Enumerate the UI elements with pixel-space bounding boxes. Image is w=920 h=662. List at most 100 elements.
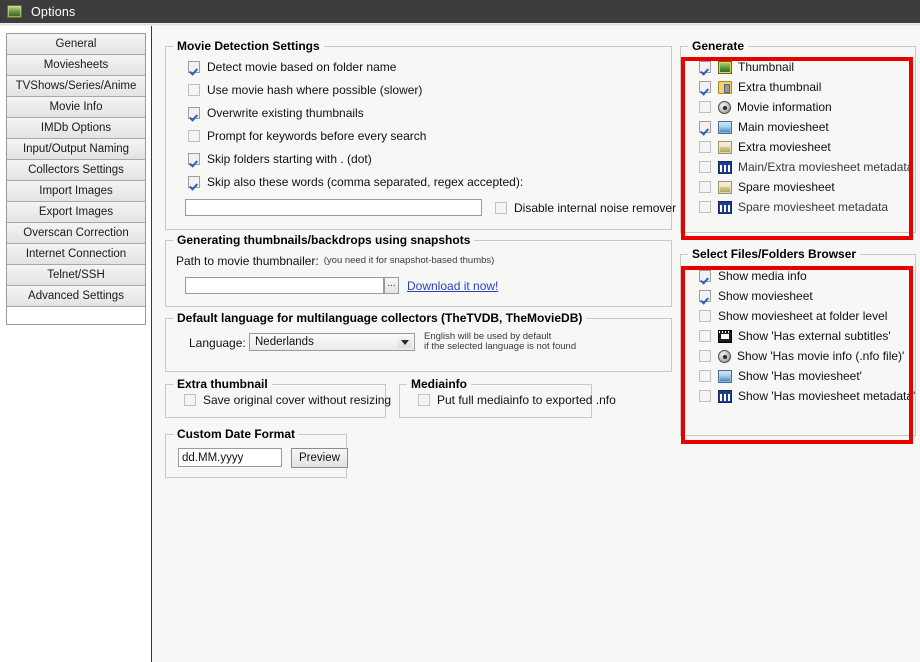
- checkbox-overwrite-thumbnails[interactable]: Overwrite existing thumbnails: [188, 106, 364, 120]
- checkbox-label: Extra thumbnail: [738, 80, 822, 94]
- folder-picture-icon: [718, 80, 732, 94]
- checkbox-label: Prompt for keywords before every search: [207, 129, 427, 143]
- moviesheet-icon: [718, 369, 732, 383]
- checkbox-box[interactable]: [495, 202, 507, 214]
- checkbox-detect-folder-name[interactable]: Detect movie based on folder name: [188, 60, 396, 74]
- checkbox-put-full-mediainfo[interactable]: Put full mediainfo to exported .nfo: [418, 393, 616, 407]
- checkbox-box[interactable]: [188, 107, 200, 119]
- checkbox-show-moviesheet-at-folder-level[interactable]: Show moviesheet at folder level: [699, 309, 887, 323]
- thumbnailer-path-input[interactable]: [185, 277, 384, 294]
- checkbox-show-has-moviesheet-metadata[interactable]: Show 'Has moviesheet metadata': [699, 389, 915, 403]
- checkbox-save-original-cover[interactable]: Save original cover without resizing: [184, 393, 391, 407]
- checkbox-label: Use movie hash where possible (slower): [207, 83, 423, 97]
- checkbox-disable-noise-remover[interactable]: Disable internal noise remover: [495, 201, 676, 215]
- checkbox-box[interactable]: [188, 153, 200, 165]
- checkbox-main-moviesheet[interactable]: Main moviesheet: [699, 120, 829, 134]
- checkbox-box[interactable]: [699, 101, 711, 113]
- checkbox-box[interactable]: [699, 350, 711, 362]
- checkbox-label: Spare moviesheet metadata: [738, 200, 889, 214]
- checkbox-box[interactable]: [188, 84, 200, 96]
- sidebar-item-overscan-correction[interactable]: Overscan Correction: [7, 223, 145, 244]
- checkbox-show-has-moviesheet[interactable]: Show 'Has moviesheet': [699, 369, 862, 383]
- checkbox-show-has-movie-info-nfo-file[interactable]: Show 'Has movie info (.nfo file)': [699, 349, 904, 363]
- sidebar-item-import-images[interactable]: Import Images: [7, 181, 145, 202]
- checkbox-spare-moviesheet-metadata[interactable]: Spare moviesheet metadata: [699, 200, 888, 214]
- checkbox-extra-thumbnail[interactable]: Extra thumbnail: [699, 80, 821, 94]
- checkbox-skip-dot-folders[interactable]: Skip folders starting with . (dot): [188, 152, 372, 166]
- download-it-now-link[interactable]: Download it now!: [407, 279, 498, 293]
- browser-legend: Select Files/Folders Browser: [688, 247, 861, 261]
- checkbox-box[interactable]: [699, 390, 711, 402]
- checkbox-box[interactable]: [699, 81, 711, 93]
- sidebar-item-general[interactable]: General: [7, 34, 145, 55]
- sidebar-item-advanced-settings[interactable]: Advanced Settings: [7, 286, 145, 307]
- browse-button[interactable]: ...: [384, 277, 399, 294]
- checkbox-skip-words[interactable]: Skip also these words (comma separated, …: [188, 175, 523, 189]
- sidebar-item-label: TVShows/Series/Anime: [15, 80, 137, 92]
- sidebar-item-movie-info[interactable]: Movie Info: [7, 97, 145, 118]
- checkbox-box[interactable]: [699, 201, 711, 213]
- mediainfo-group: Mediainfo Put full mediainfo to exported…: [399, 377, 616, 418]
- film-reel-icon: [718, 100, 731, 114]
- checkbox-movie-information[interactable]: Movie information: [699, 100, 832, 114]
- checkbox-label: Main/Extra moviesheet metadata: [738, 160, 914, 174]
- mediainfo-legend: Mediainfo: [407, 377, 471, 391]
- checkbox-label: Show 'Has moviesheet metadata': [738, 389, 916, 403]
- movie-detection-legend: Movie Detection Settings: [173, 39, 324, 53]
- metadata-icon: [718, 200, 732, 214]
- checkbox-prompt-keywords[interactable]: Prompt for keywords before every search: [188, 129, 426, 143]
- subtitles-icon: [718, 329, 732, 343]
- checkbox-movie-hash[interactable]: Use movie hash where possible (slower): [188, 83, 422, 97]
- checkbox-box[interactable]: [699, 330, 711, 342]
- language-selected-value: Nederlands: [255, 336, 314, 348]
- sidebar-item-label: Movie Info: [49, 101, 103, 113]
- checkbox-box[interactable]: [699, 370, 711, 382]
- checkbox-box[interactable]: [418, 394, 430, 406]
- checkbox-box[interactable]: [699, 181, 711, 193]
- date-format-input[interactable]: [178, 448, 282, 467]
- chevron-down-icon[interactable]: [397, 336, 412, 348]
- checkbox-box[interactable]: [188, 61, 200, 73]
- generate-group: Generate Thumbnail Extra thumbnail Movie i…: [680, 39, 916, 233]
- checkbox-show-media-info[interactable]: Show media info: [699, 269, 807, 283]
- sidebar-item-label: Internet Connection: [25, 248, 127, 260]
- checkbox-thumbnail[interactable]: Thumbnail: [699, 60, 794, 74]
- checkbox-show-has-external-subtitles[interactable]: Show 'Has external subtitles': [699, 329, 891, 343]
- checkbox-box[interactable]: [188, 130, 200, 142]
- checkbox-box[interactable]: [699, 290, 711, 302]
- language-select[interactable]: Nederlands: [249, 333, 415, 351]
- title-bar: Options: [0, 0, 920, 23]
- checkbox-label: Extra moviesheet: [738, 140, 831, 154]
- checkbox-box[interactable]: [184, 394, 196, 406]
- sidebar-item-label: Export Images: [38, 206, 114, 218]
- checkbox-box[interactable]: [699, 310, 711, 322]
- checkbox-box[interactable]: [188, 176, 200, 188]
- sidebar-item-tvshows-series-anime[interactable]: TVShows/Series/Anime: [7, 76, 145, 97]
- sidebar-item-collectors-settings[interactable]: Collectors Settings: [7, 160, 145, 181]
- sidebar-item-label: IMDb Options: [40, 122, 112, 134]
- preview-button[interactable]: Preview: [291, 448, 348, 468]
- sidebar: General Moviesheets TVShows/Series/Anime Mo…: [0, 26, 152, 662]
- checkbox-show-moviesheet[interactable]: Show moviesheet: [699, 289, 813, 303]
- checkbox-label: Detect movie based on folder name: [207, 60, 397, 74]
- checkbox-spare-moviesheet[interactable]: Spare moviesheet: [699, 180, 835, 194]
- skip-words-input[interactable]: [185, 199, 482, 216]
- checkbox-extra-moviesheet[interactable]: Extra moviesheet: [699, 140, 831, 154]
- sidebar-item-input-output-naming[interactable]: Input/Output Naming: [7, 139, 145, 160]
- sidebar-item-export-images[interactable]: Export Images: [7, 202, 145, 223]
- sidebar-item-label: Advanced Settings: [28, 290, 124, 302]
- checkbox-box[interactable]: [699, 161, 711, 173]
- sidebar-item-label: Import Images: [39, 185, 113, 197]
- sidebar-item-moviesheets[interactable]: Moviesheets: [7, 55, 145, 76]
- checkbox-label: Movie information: [737, 100, 832, 114]
- checkbox-box[interactable]: [699, 141, 711, 153]
- sidebar-item-imdb-options[interactable]: IMDb Options: [7, 118, 145, 139]
- checkbox-label: Skip folders starting with . (dot): [207, 152, 372, 166]
- checkbox-box[interactable]: [699, 121, 711, 133]
- checkbox-box[interactable]: [699, 270, 711, 282]
- sidebar-item-internet-connection[interactable]: Internet Connection: [7, 244, 145, 265]
- snapshots-group: Generating thumbnails/backdrops using sn…: [165, 233, 672, 307]
- sidebar-item-telnet-ssh[interactable]: Telnet/SSH: [7, 265, 145, 286]
- checkbox-main-extra-moviesheet-metadata[interactable]: Main/Extra moviesheet metadata: [699, 160, 913, 174]
- checkbox-box[interactable]: [699, 61, 711, 73]
